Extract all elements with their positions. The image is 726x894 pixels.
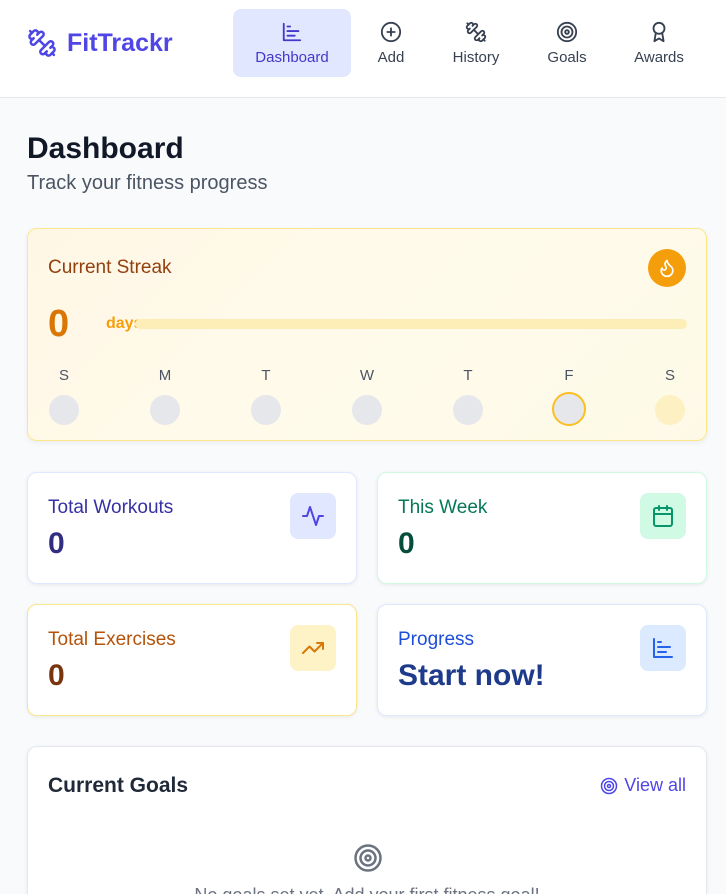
day-wednesday: W	[347, 367, 387, 425]
day-dot	[251, 395, 281, 425]
bar-chart-icon	[282, 22, 302, 41]
plus-circle-icon	[380, 21, 402, 42]
brand[interactable]: FitTrackr	[27, 28, 173, 58]
day-dot	[453, 395, 483, 425]
day-label: M	[158, 367, 172, 384]
stat-value: 0	[48, 659, 65, 692]
day-dot-today	[552, 392, 586, 426]
stat-label: This Week	[398, 497, 488, 518]
nav-history[interactable]: History	[431, 9, 521, 77]
nav-add-label: Add	[377, 48, 405, 66]
stat-value: Start now!	[398, 659, 545, 692]
day-dot	[352, 395, 382, 425]
flame-icon-badge	[648, 249, 686, 287]
stat-card-progress: Progress Start now!	[377, 604, 707, 716]
bar-chart-icon	[653, 638, 673, 658]
calendar-icon	[653, 505, 673, 527]
day-label: F	[564, 367, 574, 384]
streak-title: Current Streak	[48, 257, 172, 278]
day-label: S	[58, 367, 69, 384]
day-monday: M	[145, 367, 185, 425]
day-dot	[49, 395, 79, 425]
nav-goals[interactable]: Goals	[521, 9, 613, 77]
stat-icon-box	[290, 493, 336, 539]
trending-up-icon	[302, 642, 324, 654]
nav-goals-label: Goals	[547, 48, 587, 66]
day-thursday: T	[448, 367, 488, 425]
page-title: Dashboard	[27, 132, 184, 165]
stat-card-total-workouts: Total Workouts 0	[27, 472, 357, 584]
target-icon	[354, 844, 382, 872]
streak-progress-bar	[135, 319, 687, 329]
nav-add[interactable]: Add	[351, 9, 431, 77]
day-label: W	[359, 367, 375, 384]
stat-value: 0	[48, 527, 65, 560]
stat-icon-box	[640, 493, 686, 539]
brand-name: FitTrackr	[67, 28, 173, 57]
stat-icon-box	[290, 625, 336, 671]
stat-card-total-exercises: Total Exercises 0	[27, 604, 357, 716]
day-label: T	[463, 367, 473, 384]
top-header: FitTrackr Dashboard Add History Goals Aw…	[0, 0, 726, 98]
stat-label: Progress	[398, 629, 475, 650]
goals-empty-text: No goals set yet. Add your first fitness…	[28, 885, 706, 894]
day-dot-future	[655, 395, 685, 425]
view-all-goals-link[interactable]: View all	[600, 775, 686, 796]
nav-history-label: History	[452, 48, 500, 66]
stat-label: Total Exercises	[48, 629, 176, 650]
nav-awards[interactable]: Awards	[613, 9, 705, 77]
stat-label: Total Workouts	[48, 497, 174, 518]
streak-count: 0	[48, 303, 70, 345]
day-label: T	[261, 367, 271, 384]
flame-icon	[660, 259, 674, 278]
stat-value: 0	[398, 527, 415, 560]
day-label: S	[664, 367, 675, 384]
day-dot	[150, 395, 180, 425]
view-all-label: View all	[624, 775, 686, 795]
target-icon	[601, 777, 618, 794]
page-subtitle: Track your fitness progress	[27, 172, 268, 194]
nav-dashboard-label: Dashboard	[255, 48, 329, 66]
day-saturday: S	[650, 367, 690, 425]
streak-card: Current Streak 0 days S M T W T F S	[27, 228, 707, 441]
nav-awards-label: Awards	[634, 48, 684, 66]
goals-title: Current Goals	[48, 774, 189, 797]
current-goals-card: Current Goals View all No goals set yet.…	[27, 746, 707, 894]
award-icon	[652, 21, 666, 42]
activity-icon	[302, 506, 324, 526]
dumbbell-icon	[465, 21, 487, 42]
stat-card-this-week: This Week 0	[377, 472, 707, 584]
stat-icon-box	[640, 625, 686, 671]
day-tuesday: T	[246, 367, 286, 425]
target-icon	[556, 21, 578, 42]
dumbbell-logo-icon	[28, 29, 56, 57]
main-nav: Dashboard Add History Goals Awards	[233, 9, 705, 77]
day-sunday: S	[44, 367, 84, 425]
day-friday: F	[549, 367, 589, 426]
nav-dashboard[interactable]: Dashboard	[233, 9, 351, 77]
